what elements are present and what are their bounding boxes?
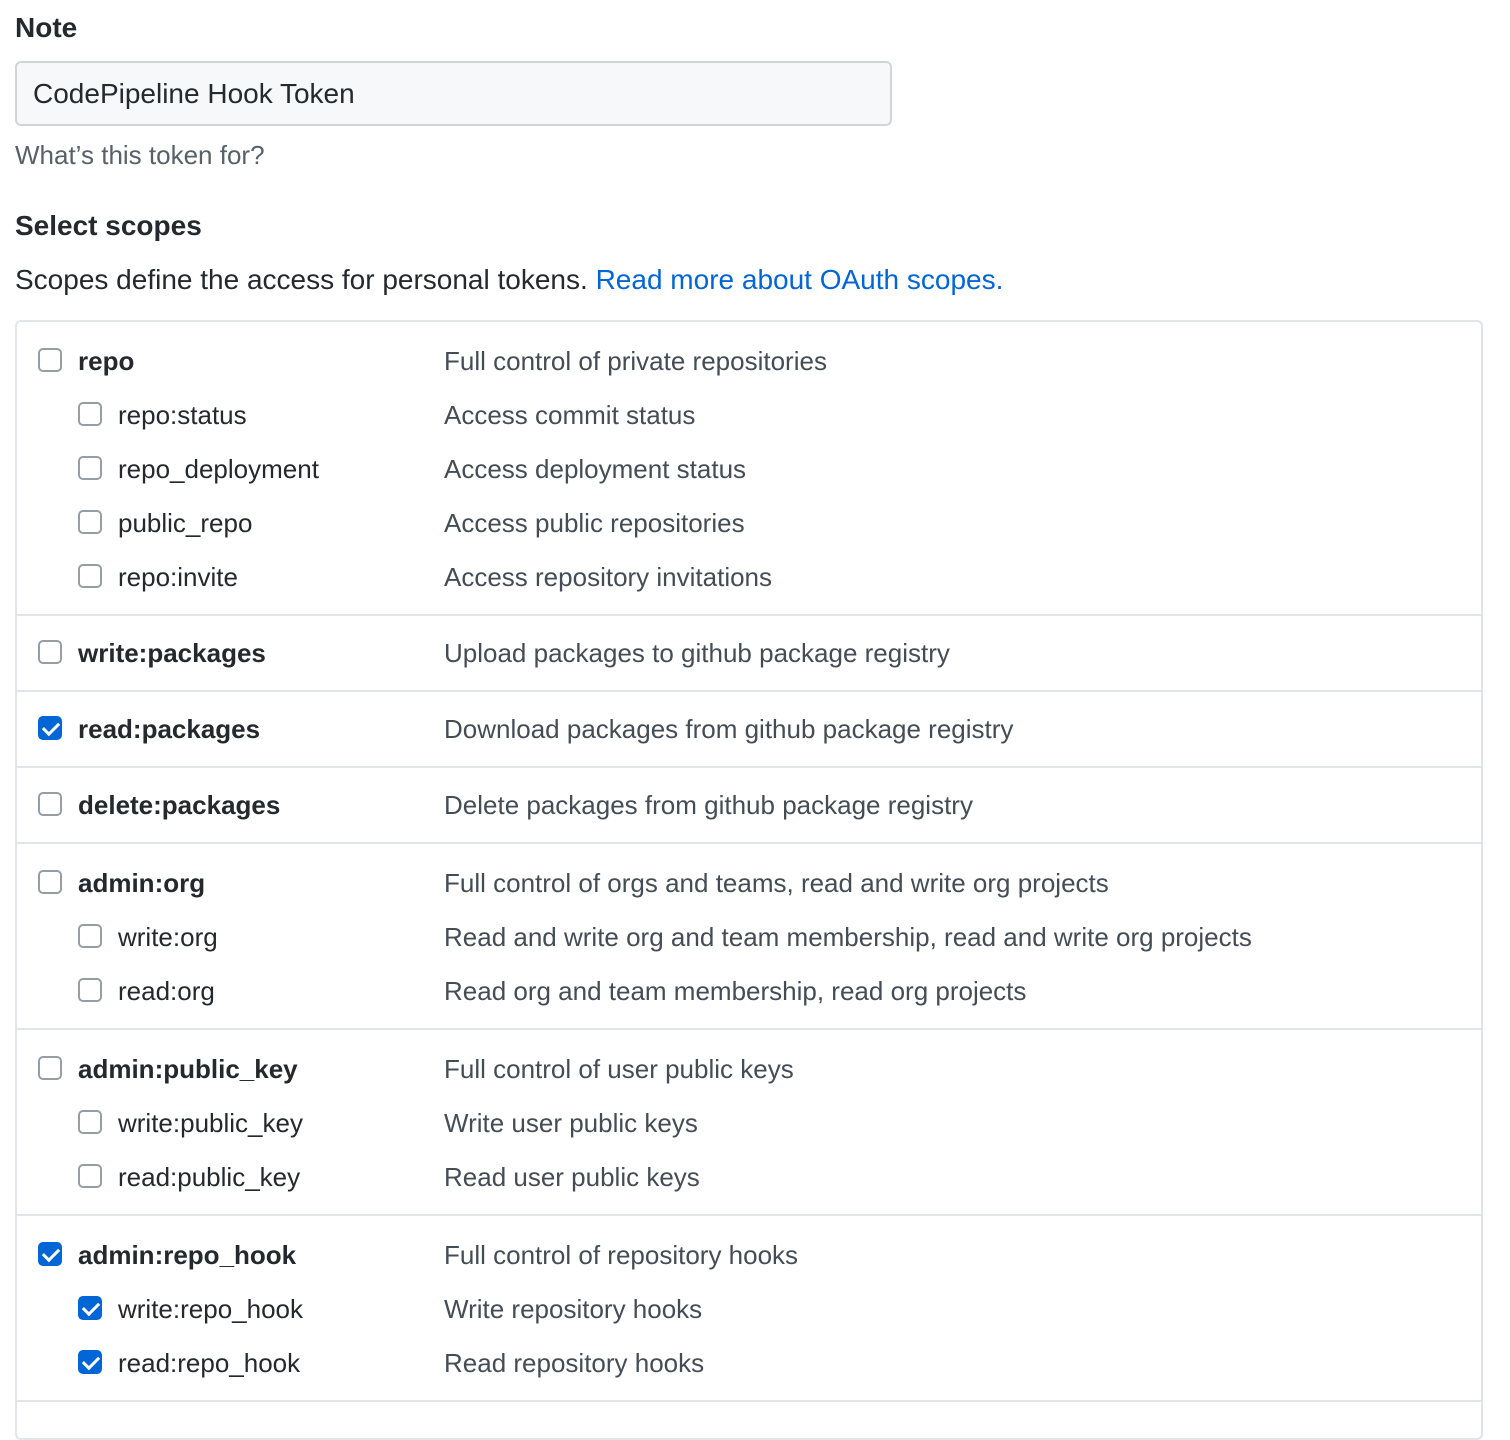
scope-name: public_repo [118, 508, 253, 538]
scope-description: Full control of orgs and teams, read and… [444, 868, 1109, 898]
note-input[interactable] [15, 61, 892, 126]
scope-row-repo-deployment: repo_deployment Access deployment status [17, 442, 1481, 496]
scope-name: read:packages [78, 714, 261, 744]
scopes-description: Scopes define the access for personal to… [15, 263, 1003, 297]
scope-row-write-public-key: write:public_key Write user public keys [17, 1096, 1481, 1150]
scope-row-admin-repo-hook: admin:repo_hook Full control of repositor… [17, 1228, 1481, 1282]
scope-group-read-packages: read:packages Download packages from gith… [17, 692, 1481, 768]
scope-row-delete-packages: delete:packages Delete packages from gith… [17, 778, 1481, 832]
scope-description: Read repository hooks [444, 1348, 705, 1378]
scope-row-read-repo-hook: read:repo_hook Read repository hooks [17, 1336, 1481, 1390]
scope-group-admin-public-key: admin:public_key Full control of user pub… [17, 1030, 1481, 1216]
scope-checkbox-admin-public-key[interactable] [38, 1056, 62, 1080]
scope-checkbox-repo-deployment[interactable] [78, 456, 102, 480]
scope-row-repo-status: repo:status Access commit status [17, 388, 1481, 442]
scope-row-read-org: read:org Read org and team membership, re… [17, 964, 1481, 1018]
scope-row-read-public-key: read:public_key Read user public keys [17, 1150, 1481, 1204]
scope-description: Access commit status [444, 400, 696, 430]
scope-name: read:repo_hook [118, 1348, 301, 1378]
scope-checkbox-delete-packages[interactable] [38, 792, 62, 816]
scope-row-repo: repo Full control of private repositories [17, 334, 1481, 388]
scope-checkbox-read-public-key[interactable] [78, 1164, 102, 1188]
scope-group-admin-org: admin:org Full control of orgs and teams,… [17, 844, 1481, 1030]
scope-description: Read org and team membership, read org p… [444, 976, 1027, 1006]
scope-description: Full control of user public keys [444, 1054, 794, 1084]
scope-group-write-packages: write:packages Upload packages to github … [17, 616, 1481, 692]
scope-description: Write repository hooks [444, 1294, 703, 1324]
scope-row-repo-invite: repo:invite Access repository invitations [17, 550, 1481, 604]
scope-checkbox-public-repo[interactable] [78, 510, 102, 534]
scope-group-delete-packages: delete:packages Delete packages from gith… [17, 768, 1481, 844]
scope-checkbox-admin-repo-hook[interactable] [38, 1242, 62, 1266]
scope-name: read:public_key [118, 1162, 301, 1192]
scope-description: Access public repositories [444, 508, 745, 538]
scope-checkbox-write-repo-hook[interactable] [78, 1296, 102, 1320]
scope-name: admin:org [78, 868, 206, 898]
scope-description: Full control of private repositories [444, 346, 827, 376]
scope-name: write:public_key [118, 1108, 303, 1138]
scope-row-read-packages: read:packages Download packages from gith… [17, 702, 1481, 756]
scopes-title: Select scopes [15, 210, 202, 241]
scope-description: Access deployment status [444, 454, 747, 484]
scope-description: Write user public keys [444, 1108, 698, 1138]
scope-checkbox-read-repo-hook[interactable] [78, 1350, 102, 1374]
scope-row-write-packages: write:packages Upload packages to github … [17, 626, 1481, 680]
scope-description: Delete packages from github package regi… [444, 790, 973, 820]
scope-row-write-repo-hook: write:repo_hook Write repository hooks [17, 1282, 1481, 1336]
scope-checkbox-write-packages[interactable] [38, 640, 62, 664]
scope-checkbox-write-public-key[interactable] [78, 1110, 102, 1134]
scope-row-admin-org: admin:org Full control of orgs and teams,… [17, 856, 1481, 910]
oauth-scopes-link[interactable]: Read more about OAuth scopes. [596, 264, 1004, 295]
note-label: Note [15, 12, 78, 43]
scope-checkbox-repo-invite[interactable] [78, 564, 102, 588]
scope-name: delete:packages [78, 790, 281, 820]
note-hint: What’s this token for? [15, 140, 265, 170]
scope-name: repo_deployment [118, 454, 319, 484]
scope-name: admin:repo_hook [78, 1240, 297, 1270]
scope-checkbox-read-org[interactable] [78, 978, 102, 1002]
scope-group-repo: repo Full control of private repositories… [17, 322, 1481, 616]
scopes-list: repo Full control of private repositories… [15, 320, 1483, 1440]
scope-name: read:org [118, 976, 215, 1006]
scope-checkbox-repo[interactable] [38, 348, 62, 372]
scope-row-write-org: write:org Read and write org and team mem… [17, 910, 1481, 964]
scope-description: Full control of repository hooks [444, 1240, 799, 1270]
scope-description: Download packages from github package re… [444, 714, 1014, 744]
scope-name: write:repo_hook [118, 1294, 303, 1324]
scope-name: write:org [118, 922, 218, 952]
scope-row-admin-public-key: admin:public_key Full control of user pub… [17, 1042, 1481, 1096]
scope-group-admin-repo-hook: admin:repo_hook Full control of repositor… [17, 1216, 1481, 1402]
scope-name: write:packages [78, 638, 266, 668]
scope-name: repo:status [118, 400, 247, 430]
scope-name: admin:public_key [78, 1054, 298, 1084]
scope-name: repo [78, 346, 135, 376]
scope-description: Access repository invitations [444, 562, 773, 592]
scope-checkbox-read-packages[interactable] [38, 716, 62, 740]
scope-checkbox-admin-org[interactable] [38, 870, 62, 894]
scope-name: repo:invite [118, 562, 238, 592]
scope-description: Read and write org and team membership, … [444, 922, 1252, 952]
scopes-description-text: Scopes define the access for personal to… [15, 264, 588, 295]
scope-description: Read user public keys [444, 1162, 700, 1192]
scope-description: Upload packages to github package regist… [444, 638, 950, 668]
scope-checkbox-write-org[interactable] [78, 924, 102, 948]
scope-checkbox-repo-status[interactable] [78, 402, 102, 426]
scope-row-public-repo: public_repo Access public repositories [17, 496, 1481, 550]
